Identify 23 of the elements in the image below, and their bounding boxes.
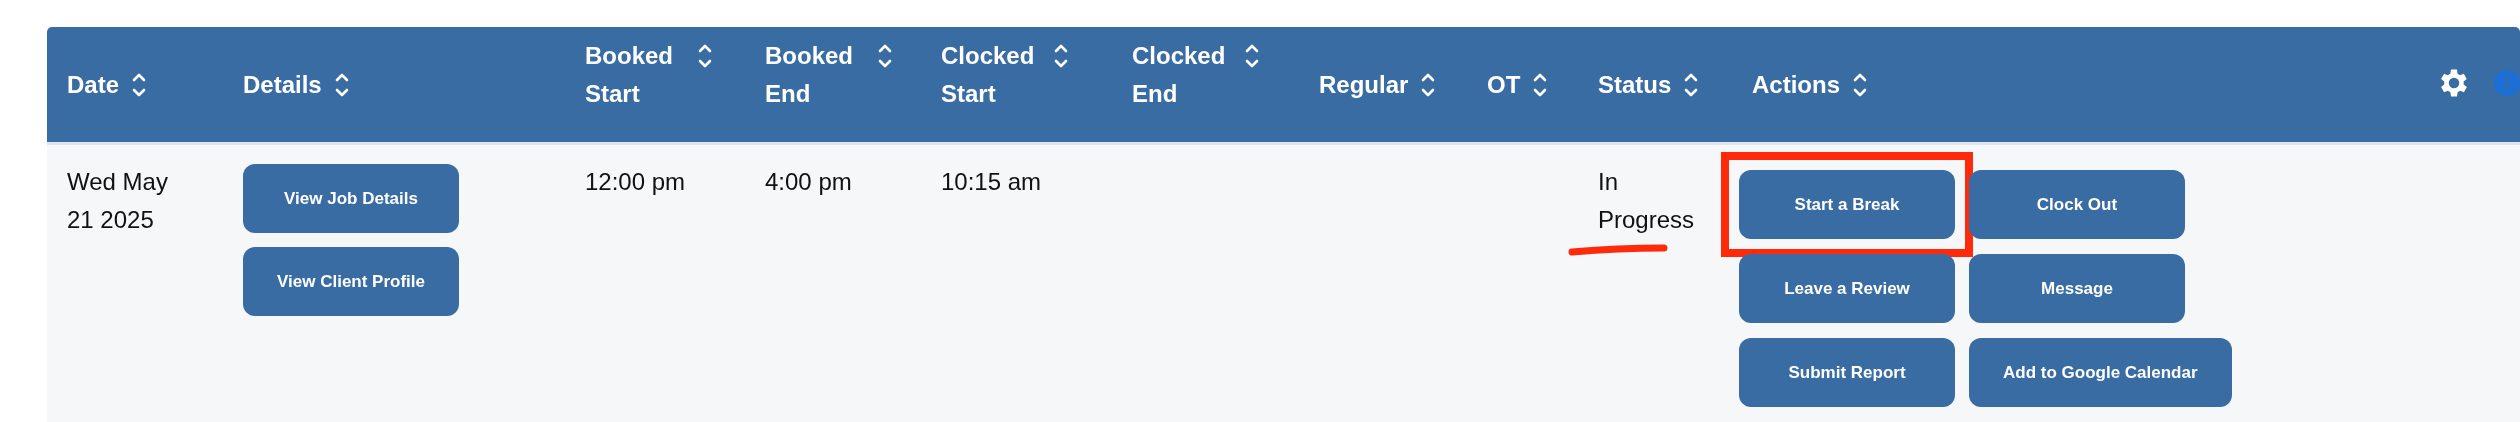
column-header[interactable]: Details	[243, 70, 322, 99]
column-header[interactable]: Actions	[1752, 70, 1840, 99]
column-header[interactable]: Clocked Start	[941, 37, 1041, 113]
column-header[interactable]: Booked Start	[585, 37, 685, 113]
column-header[interactable]: Date	[67, 70, 120, 99]
column-header[interactable]: OT	[1487, 70, 1521, 99]
action-button[interactable]: Leave a Review	[1739, 254, 1955, 323]
action-button[interactable]: Message	[1969, 254, 2185, 323]
column-header[interactable]: Booked End	[765, 37, 865, 113]
time-cell: 4:00 pm	[765, 168, 852, 195]
time-cell: 10:15 am	[941, 168, 1042, 195]
details-button[interactable]: View Job Details	[243, 164, 459, 233]
column-header[interactable]: Clocked End	[1132, 37, 1232, 113]
action-button[interactable]: Submit Report	[1739, 338, 1955, 407]
action-button[interactable]: Add to Google Calendar	[1969, 338, 2232, 407]
status-cell-text: In Progress	[1598, 167, 1696, 235]
column-header[interactable]: Status	[1598, 70, 1672, 99]
action-button[interactable]: Start a Break	[1739, 170, 1955, 239]
time-cell: 12:00 pm	[585, 168, 686, 195]
details-button[interactable]: View Client Profile	[243, 247, 459, 316]
date-cell-text: Wed May 21 2025	[67, 167, 169, 235]
column-header[interactable]: Regular	[1319, 70, 1409, 99]
action-button[interactable]: Clock Out	[1969, 170, 2185, 239]
